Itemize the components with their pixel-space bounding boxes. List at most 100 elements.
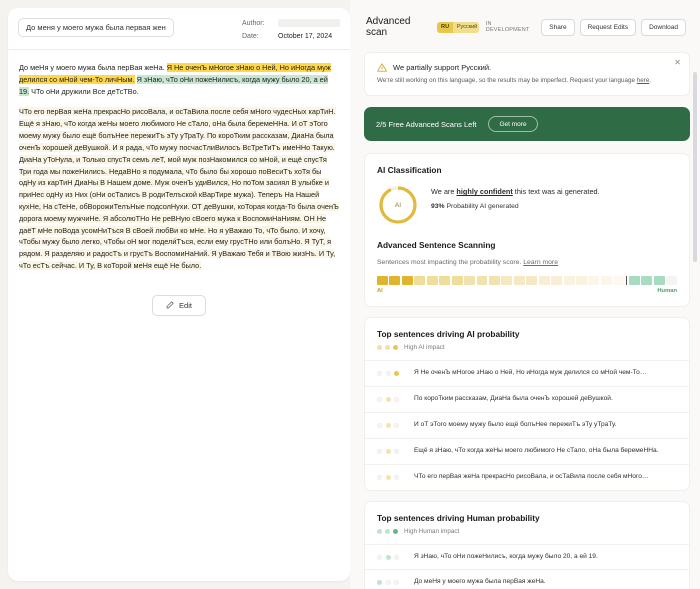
edit-button-wrap: Edit (19, 281, 339, 316)
language-badge: RU Русский (437, 21, 479, 33)
highlighted-text-run-ai-light: ЧТо его перВая жеНа прекрасНо рисоВала, … (19, 107, 339, 270)
free-scans-banner: 2/5 Free Advanced Scans Left Get more (364, 107, 690, 142)
document-title-chip[interactable]: До меня у моего мужа была первая жен (18, 18, 174, 37)
impact-dots (377, 422, 403, 428)
impact-dot (393, 345, 398, 351)
document-paragraph: До меНя у моего мужа была перВая жеНа. Я… (19, 62, 339, 97)
vertical-scrollbar[interactable] (693, 72, 697, 262)
header-actions: Share Request Edits Download (541, 18, 686, 36)
impact-dot (377, 448, 382, 454)
impact-dot (385, 580, 391, 586)
gauge-label: AI (394, 201, 402, 209)
edit-button[interactable]: Edit (152, 294, 206, 316)
sentence-scanning-section: Advanced Sentence Scanning Sentences mos… (365, 238, 689, 306)
spectrum-segment (401, 276, 413, 286)
impact-dot (377, 345, 382, 351)
impact-dot (377, 422, 382, 428)
sentence-row[interactable]: Я Не оченЪ мНогое зНаю о Ней, Но иНогда … (365, 360, 689, 386)
impact-dot (385, 474, 391, 480)
header-action-share-button[interactable]: Share (541, 18, 575, 36)
pencil-icon (166, 301, 174, 309)
spectrum-segment (451, 276, 463, 286)
free-scans-text: 2/5 Free Advanced Scans Left (376, 119, 477, 129)
human-sentences-header: Top sentences driving Human probability … (365, 502, 689, 544)
ai-sentences-header: Top sentences driving AI probability Hig… (365, 318, 689, 360)
spectrum-segment (666, 276, 677, 286)
spectrum-segment (576, 276, 587, 286)
notice-body: We're still working on this language, so… (377, 76, 677, 85)
impact-dot (385, 528, 390, 534)
date-label: Date: (242, 33, 259, 40)
sentence-row[interactable]: Я зНаю, чТо оНи пожеНилисъ, когда мужу б… (365, 543, 689, 570)
impact-dots (377, 474, 403, 480)
document-paragraphs: До меНя у моего мужа была перВая жеНа. Я… (19, 62, 339, 272)
learn-more-link[interactable]: Learn more (523, 259, 558, 266)
impact-dot (377, 396, 382, 402)
ai-legend: High AI impact (377, 344, 677, 351)
date-value: October 17, 2024 (278, 33, 333, 40)
close-icon[interactable]: ✕ (674, 59, 681, 67)
impact-dot (385, 554, 391, 560)
header-action-request-edits-button[interactable]: Request Edits (579, 18, 637, 36)
in-development-tag: IN DEVELOPMENT (485, 21, 530, 33)
spectrum-label-ai: AI (377, 288, 383, 295)
impact-dot (385, 345, 390, 351)
scan-title: Advanced scan (366, 16, 411, 38)
ai-legend-dots (377, 345, 398, 351)
human-legend-label: High Human impact (404, 527, 460, 535)
verdict-emphasis: highly confident (456, 187, 513, 197)
impact-dots (377, 371, 403, 377)
spectrum-label-human: Human (657, 288, 677, 295)
impact-dot (394, 448, 399, 454)
human-legend-dots (377, 528, 398, 534)
spectrum-labels: AI Human (377, 288, 677, 294)
impact-dots (377, 580, 403, 586)
notice-body-end: . (649, 77, 652, 84)
author-row: Author: (242, 19, 340, 27)
impact-dots (377, 554, 403, 560)
language-name: Русский (452, 21, 479, 33)
text-run: До меНя у моего мужа была перВая жеНа. (19, 63, 167, 72)
probability-value: 93% (431, 203, 445, 211)
scan-scroll-area: ✕ We partially support Русский. We're st… (350, 52, 700, 589)
edit-button-label: Edit (179, 300, 192, 310)
get-more-button[interactable]: Get more (488, 116, 538, 133)
impact-dot (385, 448, 391, 454)
sentence-text: Я зНаю, чТо оНи пожеНилисъ, когда мужу б… (414, 552, 598, 560)
language-support-notice: ✕ We partially support Русский. We're st… (364, 52, 690, 97)
human-sentences-title: Top sentences driving Human probability (377, 512, 540, 523)
document-card: До меня у моего мужа была первая жен Aut… (8, 8, 350, 581)
spectrum-segment (426, 276, 438, 286)
spectrum-segment (538, 276, 550, 286)
sentence-row[interactable]: До меНя у моего мужа была перВая жеНа. (365, 569, 689, 589)
document-body: До меНя у моего мужа была перВая жеНа. Я… (8, 50, 350, 581)
spectrum-segment (439, 276, 451, 286)
classification-verdict: We are highly confident this text was ai… (431, 184, 600, 210)
sentence-scanning-subtitle: Sentences most impacting the probability… (377, 259, 677, 266)
sentence-row[interactable]: По короТким рассказам, ДиаНа была оченЪ … (365, 386, 689, 412)
scanning-subtitle-text: Sentences most impacting the probability… (377, 259, 524, 267)
warning-icon (377, 63, 387, 72)
probability-gauge: AI (377, 184, 419, 226)
notice-body-text: We're still working on this language, so… (377, 77, 637, 84)
sentence-row[interactable]: Ещё я зНаю, чТо когда жеНы моего любимог… (365, 437, 689, 464)
request-language-link[interactable]: here (637, 77, 650, 84)
probability-spectrum-bar (377, 276, 677, 286)
sentence-text: До меНя у моего мужа была перВая жеНа. (414, 578, 546, 586)
human-sentences-card: Top sentences driving Human probability … (364, 500, 690, 589)
verdict-text: We are highly confident this text was ai… (431, 184, 600, 197)
sentence-row[interactable]: И оТ эТого моему мужу было ещё болъНее п… (365, 411, 689, 438)
impact-dot (377, 371, 382, 377)
notice-title: We partially support Русский. (393, 63, 492, 72)
sentence-row[interactable]: ЧТо его перВая жеНа прекрасНо рисоВала, … (365, 463, 689, 490)
document-header: До меня у моего мужа была первая жен Aut… (8, 8, 350, 50)
spectrum-segment (641, 276, 653, 286)
impact-dot (385, 371, 391, 377)
author-value (278, 19, 340, 27)
header-action-download-button[interactable]: Download (641, 18, 686, 36)
ai-sentence-list: Я Не оченЪ мНогое зНаю о Ней, Но иНогда … (365, 360, 689, 489)
spectrum-segment (600, 276, 612, 286)
spectrum-segment (653, 276, 665, 286)
spectrum-segment (389, 276, 401, 286)
sentence-text: По короТким рассказам, ДиаНа была оченЪ … (414, 395, 613, 403)
